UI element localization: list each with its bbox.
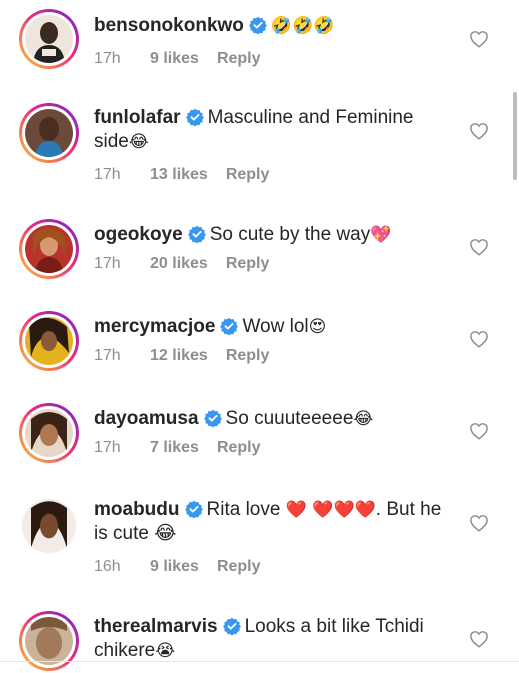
- avatar-frame[interactable]: [19, 496, 79, 556]
- emoji: 😂: [353, 409, 374, 429]
- username[interactable]: funlolafar: [94, 107, 181, 128]
- timestamp: 17h: [94, 347, 121, 364]
- story-ring[interactable]: [19, 403, 79, 463]
- reply-button[interactable]: Reply: [226, 346, 270, 366]
- username[interactable]: therealmarvis: [94, 616, 218, 637]
- emoji: 💖: [370, 225, 392, 245]
- likes-count[interactable]: 20 likes: [150, 254, 208, 274]
- comment-meta: 17h 20 likes Reply: [94, 254, 450, 274]
- reply-button[interactable]: Reply: [217, 438, 261, 458]
- username[interactable]: bensonokonkwo: [94, 15, 244, 36]
- verified-badge-icon: [185, 108, 204, 126]
- story-ring[interactable]: [19, 611, 79, 671]
- avatar[interactable]: [25, 409, 73, 457]
- timestamp: 16h: [94, 558, 121, 575]
- story-ring[interactable]: [19, 311, 79, 371]
- verified-badge-icon: [203, 409, 222, 427]
- verified-badge-icon: [187, 225, 206, 243]
- comment-body: Rita love: [206, 499, 286, 520]
- heart-outline-icon[interactable]: [469, 238, 489, 256]
- story-ring[interactable]: [19, 219, 79, 279]
- likes-count[interactable]: 9 likes: [150, 557, 199, 577]
- verified-badge-icon: [184, 500, 203, 518]
- verified-badge-icon: [248, 16, 267, 34]
- avatar[interactable]: [25, 317, 73, 365]
- avatar[interactable]: [25, 109, 73, 157]
- comment-text: bensonokonkwo 🤣🤣🤣: [94, 14, 450, 38]
- comment-meta: 16h 9 likes Reply: [94, 557, 450, 577]
- timestamp: 17h: [94, 50, 121, 67]
- avatar[interactable]: [25, 617, 73, 665]
- comment-body: So cute by the way: [209, 224, 371, 245]
- comment-text: moabudu Rita love ❤️ ❤️❤️❤️. But he is cu…: [94, 498, 450, 546]
- avatar[interactable]: [25, 225, 73, 273]
- comment-body: So cuuuteeeee: [225, 408, 354, 429]
- likes-count[interactable]: 13 likes: [150, 165, 208, 185]
- heart-outline-icon[interactable]: [469, 422, 489, 440]
- avatar[interactable]: [22, 499, 76, 553]
- comment-body: Wow lol: [242, 316, 309, 337]
- likes-count[interactable]: 9 likes: [150, 49, 199, 69]
- emoji: 😭: [155, 641, 176, 661]
- username[interactable]: moabudu: [94, 499, 180, 520]
- scrollbar-thumb[interactable]: [513, 92, 517, 180]
- reply-button[interactable]: Reply: [217, 557, 261, 577]
- likes-count[interactable]: 7 likes: [150, 438, 199, 458]
- comment-text: therealmarvis Looks a bit like Tchidi chi…: [94, 615, 450, 663]
- emoji: ❤️ ❤️❤️❤️: [285, 500, 376, 520]
- divider: [0, 661, 519, 662]
- timestamp: 17h: [94, 439, 121, 456]
- heart-outline-icon[interactable]: [469, 630, 489, 648]
- comment-meta: 17h 13 likes Reply: [94, 165, 450, 185]
- emoji: 😂: [128, 132, 149, 152]
- username[interactable]: dayoamusa: [94, 408, 199, 429]
- comment-meta: 17h 7 likes Reply: [94, 438, 450, 458]
- story-ring[interactable]: [19, 103, 79, 163]
- comment-text: mercymacjoe Wow lol😍: [94, 315, 450, 339]
- story-ring[interactable]: [19, 9, 79, 69]
- emoji: 😍: [308, 317, 327, 337]
- reply-button[interactable]: Reply: [217, 49, 261, 69]
- verified-badge-icon: [222, 617, 241, 635]
- comment-text: funlolafar Masculine and Feminine side😂: [94, 106, 450, 154]
- comment-meta: 17h 12 likes Reply: [94, 346, 450, 366]
- emoji: 🤣🤣🤣: [270, 16, 335, 36]
- reply-button[interactable]: Reply: [226, 165, 270, 185]
- username[interactable]: mercymacjoe: [94, 316, 215, 337]
- reply-button[interactable]: Reply: [226, 254, 270, 274]
- timestamp: 17h: [94, 255, 121, 272]
- avatar[interactable]: [25, 15, 73, 63]
- comment-text: ogeokoye So cute by the way💖: [94, 223, 450, 247]
- timestamp: 17h: [94, 166, 121, 183]
- heart-outline-icon[interactable]: [469, 514, 489, 532]
- heart-outline-icon[interactable]: [469, 30, 489, 48]
- heart-outline-icon[interactable]: [469, 122, 489, 140]
- verified-badge-icon: [220, 317, 239, 335]
- heart-outline-icon[interactable]: [469, 330, 489, 348]
- username[interactable]: ogeokoye: [94, 224, 183, 245]
- comment-text: dayoamusa So cuuuteeeee😂: [94, 407, 450, 431]
- likes-count[interactable]: 12 likes: [150, 346, 208, 366]
- comment-meta: 17h 9 likes Reply: [94, 49, 450, 69]
